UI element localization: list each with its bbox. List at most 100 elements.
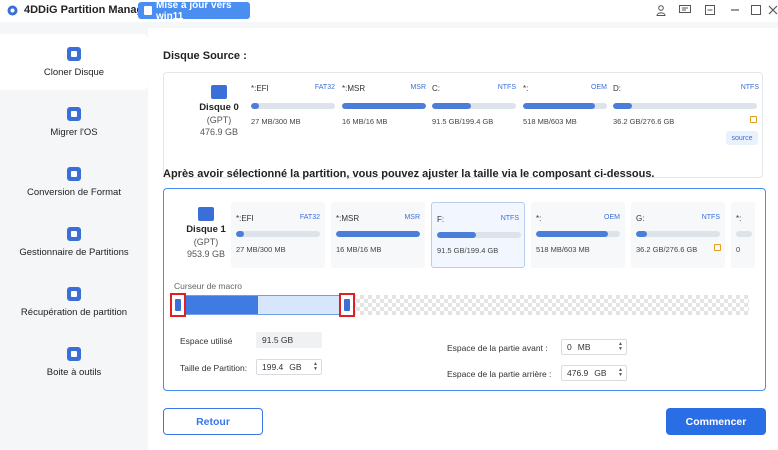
partition-usage-bar bbox=[432, 103, 516, 109]
before-space-stepper[interactable]: 0 MB ▲ ▼ bbox=[561, 339, 627, 355]
partition-size: 91.5 GB/199.4 GB bbox=[432, 117, 494, 126]
partition-usage-fill bbox=[342, 103, 426, 109]
stepper-arrows-icon[interactable]: ▲ ▼ bbox=[618, 368, 623, 378]
partition-fs: OEM bbox=[591, 84, 607, 91]
maximize-icon[interactable] bbox=[749, 3, 763, 17]
disk-icon bbox=[211, 85, 227, 99]
sidebar: Cloner Disque Migrer l'OS Conversion de … bbox=[0, 22, 148, 450]
source-disk-panel: Disque 0 (GPT) 476.9 GB *:EFI FAT32 27 M… bbox=[163, 72, 763, 178]
before-space-label: Espace de la partie avant : bbox=[447, 343, 548, 353]
partition-usage-bar bbox=[236, 231, 320, 237]
disk-name: Disque 1 bbox=[186, 224, 226, 235]
user-icon[interactable] bbox=[654, 3, 668, 17]
sidebar-item-migrate-os[interactable]: Migrer l'OS bbox=[0, 94, 148, 150]
disk-name: Disque 0 bbox=[199, 102, 239, 113]
partition-size: 36.2 GB/276.6 GB bbox=[613, 117, 675, 126]
slider-right-handle[interactable] bbox=[339, 293, 355, 317]
used-space-value: 91.5 GB bbox=[262, 335, 294, 345]
sidebar-item-convert[interactable]: Conversion de Format bbox=[0, 154, 148, 210]
partition-size: 27 MB/300 MB bbox=[251, 117, 301, 126]
source-partition[interactable]: C: NTFS 91.5 GB/199.4 GB bbox=[430, 80, 518, 142]
app-logo-icon bbox=[7, 5, 18, 16]
upgrade-label: Mise à jour vers win11 bbox=[156, 0, 232, 22]
minimize-window-icon[interactable] bbox=[728, 3, 742, 17]
partition-name: *:EFI bbox=[236, 214, 254, 223]
upgrade-button[interactable]: Mise à jour vers win11 bbox=[138, 0, 250, 22]
macro-slider[interactable] bbox=[170, 293, 749, 317]
partition-fs: NTFS bbox=[500, 215, 519, 222]
start-button[interactable]: Commencer bbox=[666, 408, 766, 435]
partition-usage-bar bbox=[523, 103, 607, 109]
target-partition-partial[interactable]: *: 0 bbox=[731, 202, 755, 268]
partition-usage-bar bbox=[437, 232, 521, 238]
slider-left-handle[interactable] bbox=[170, 293, 186, 317]
minimize-icon[interactable] bbox=[703, 3, 717, 17]
partition-size-stepper[interactable]: 199.4 GB ▲ ▼ bbox=[256, 359, 322, 375]
target-partition[interactable]: *:EFI FAT32 27 MB/300 MB bbox=[231, 202, 325, 268]
partition-fs: FAT32 bbox=[299, 214, 320, 221]
target-partition[interactable]: *: OEM 518 MB/603 MB bbox=[531, 202, 625, 268]
partition-name: F: bbox=[437, 215, 445, 224]
source-badge: source bbox=[726, 131, 758, 145]
disk-icon bbox=[198, 207, 214, 221]
disk-style: (GPT) bbox=[206, 115, 232, 125]
partition-fs: NTFS bbox=[740, 84, 759, 91]
target-partition[interactable]: *:MSR MSR 16 MB/16 MB bbox=[331, 202, 425, 268]
source-partition[interactable]: *: OEM 518 MB/603 MB bbox=[521, 80, 609, 142]
partition-name: *:EFI bbox=[251, 84, 269, 93]
partition-size: 36.2 GB/276.6 GB bbox=[636, 245, 698, 254]
partition-usage-fill bbox=[251, 103, 259, 109]
handle-grip-icon bbox=[344, 299, 350, 311]
partition-usage-bar bbox=[613, 103, 757, 109]
partition-name: *:MSR bbox=[342, 84, 366, 93]
partition-usage-fill bbox=[437, 232, 476, 238]
macro-slider-label: Curseur de macro bbox=[174, 281, 243, 291]
close-icon[interactable] bbox=[766, 3, 778, 17]
stepper-arrows-icon[interactable]: ▲ ▼ bbox=[313, 362, 318, 372]
sidebar-item-label: Conversion de Format bbox=[27, 186, 121, 198]
source-title: Disque Source : bbox=[163, 50, 247, 62]
source-partition[interactable]: *:MSR MSR 16 MB/16 MB bbox=[340, 80, 428, 142]
disk-size: 476.9 GB bbox=[199, 127, 239, 137]
partition-name: C: bbox=[432, 84, 440, 93]
toolbox-icon bbox=[67, 346, 81, 361]
slider-partition-range bbox=[172, 295, 349, 315]
sidebar-item-partition-recovery[interactable]: Récupération de partition bbox=[0, 274, 148, 330]
source-partition[interactable]: *:EFI FAT32 27 MB/300 MB bbox=[249, 80, 337, 142]
source-disk-card[interactable]: Disque 0 (GPT) 476.9 GB bbox=[184, 85, 254, 137]
partition-usage-fill bbox=[536, 231, 609, 237]
partition-size: 0 bbox=[736, 245, 741, 254]
partition-fs: NTFS bbox=[701, 214, 720, 221]
partition-usage-bar bbox=[736, 231, 752, 237]
before-space-unit: MB bbox=[577, 342, 591, 352]
sidebar-item-label: Gestionnaire de Partitions bbox=[19, 246, 129, 258]
main-panel: Disque Source : Disque 0 (GPT) 476.9 GB … bbox=[148, 28, 778, 450]
partition-usage-bar bbox=[342, 103, 426, 109]
clone-disk-icon bbox=[67, 46, 81, 61]
partition-manager-icon bbox=[67, 226, 81, 241]
target-partition[interactable]: G: NTFS 36.2 GB/276.6 GB bbox=[631, 202, 725, 268]
sidebar-item-label: Cloner Disque bbox=[43, 66, 105, 78]
sidebar-item-label: Boite à outils bbox=[46, 366, 102, 378]
partition-name: *: bbox=[536, 214, 542, 223]
stepper-arrows-icon[interactable]: ▲ ▼ bbox=[618, 342, 623, 352]
sidebar-item-clone-disk[interactable]: Cloner Disque bbox=[0, 34, 148, 90]
feedback-icon[interactable] bbox=[678, 3, 692, 17]
target-partition-selected[interactable]: F: NTFS 91.5 GB/199.4 GB bbox=[431, 202, 525, 268]
after-space-stepper[interactable]: 476.9 GB ▲ ▼ bbox=[561, 365, 627, 381]
lock-icon bbox=[714, 244, 721, 251]
partition-usage-bar bbox=[251, 103, 335, 109]
sidebar-item-toolbox[interactable]: Boite à outils bbox=[0, 334, 148, 390]
sidebar-item-label: Récupération de partition bbox=[20, 306, 128, 318]
sidebar-item-partition-manager[interactable]: Gestionnaire de Partitions bbox=[0, 214, 148, 270]
back-button[interactable]: Retour bbox=[163, 408, 263, 435]
target-disk-card[interactable]: Disque 1 (GPT) 953.9 GB bbox=[176, 207, 236, 259]
partition-usage-fill bbox=[636, 231, 647, 237]
disk-style: (GPT) bbox=[193, 237, 219, 247]
partition-fs: FAT32 bbox=[314, 84, 335, 91]
partition-size: 16 MB/16 MB bbox=[342, 117, 388, 126]
partition-size: 27 MB/300 MB bbox=[236, 245, 286, 254]
used-space-label: Espace utilisé bbox=[180, 336, 233, 346]
target-disk-panel: Disque 1 (GPT) 953.9 GB *:EFI FAT32 27 M… bbox=[163, 188, 766, 391]
partition-usage-fill bbox=[523, 103, 596, 109]
